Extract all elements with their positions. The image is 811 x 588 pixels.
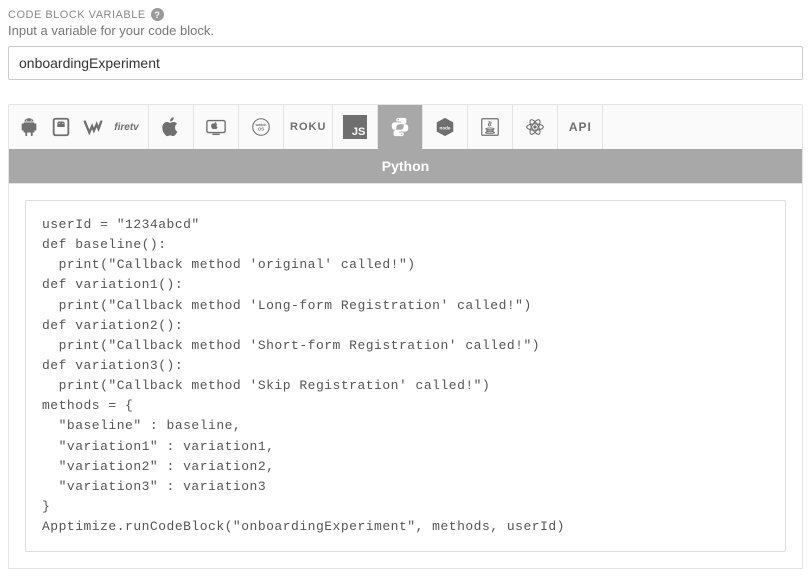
code-block: userId = "1234abcd" def baseline(): prin… xyxy=(42,215,769,537)
code-panel: userId = "1234abcd" def baseline(): prin… xyxy=(8,184,803,569)
apple-tv-icon xyxy=(205,116,227,138)
api-text-icon: API xyxy=(569,120,592,134)
language-bar: Python xyxy=(9,149,802,183)
tab-android-group[interactable]: firetv xyxy=(9,105,149,149)
android-tablet-icon xyxy=(50,116,72,138)
help-icon[interactable]: ? xyxy=(151,8,164,21)
variable-input[interactable] xyxy=(8,46,803,80)
svg-text:OS: OS xyxy=(258,127,264,132)
watchos-icon: watchOS xyxy=(250,116,272,138)
section-label: CODE BLOCK VARIABLE xyxy=(8,9,146,21)
apple-icon xyxy=(160,116,182,138)
tab-apple-tv[interactable] xyxy=(194,105,239,149)
js-icon: JS xyxy=(343,115,367,139)
tab-node[interactable]: node xyxy=(423,105,468,149)
python-icon xyxy=(389,116,411,138)
wear-os-icon xyxy=(82,116,104,138)
node-icon: node xyxy=(434,116,456,138)
roku-icon: ROKU xyxy=(290,121,326,133)
firetv-icon: firetv xyxy=(114,122,138,133)
tab-apple[interactable] xyxy=(149,105,194,149)
react-icon xyxy=(524,116,546,138)
svg-text:node: node xyxy=(440,125,451,130)
tab-js[interactable]: JS xyxy=(333,105,378,149)
tab-python[interactable] xyxy=(378,105,423,149)
tab-java[interactable] xyxy=(468,105,513,149)
platform-tabs: firetv watchOS ROKU JS node xyxy=(9,105,802,149)
tab-api[interactable]: API xyxy=(558,105,603,149)
android-icon xyxy=(18,116,40,138)
tab-watchos[interactable]: watchOS xyxy=(239,105,284,149)
tab-react[interactable] xyxy=(513,105,558,149)
tab-roku[interactable]: ROKU xyxy=(284,105,333,149)
java-icon xyxy=(479,116,501,138)
hint-text: Input a variable for your code block. xyxy=(8,23,803,38)
